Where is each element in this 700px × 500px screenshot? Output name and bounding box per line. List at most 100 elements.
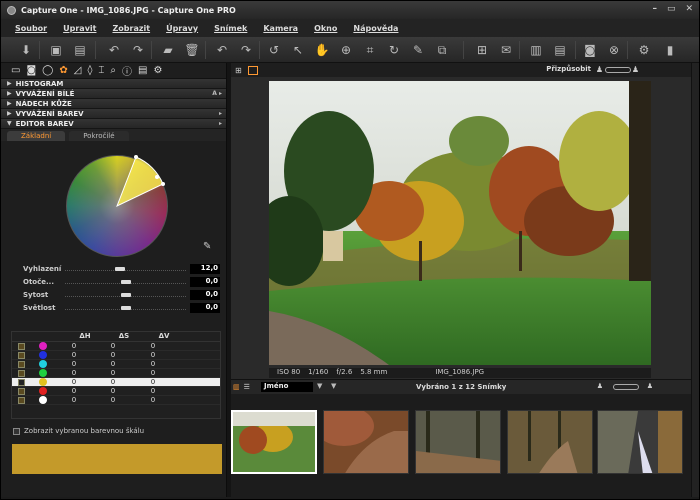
table-row[interactable]: 000: [12, 360, 220, 369]
slider-lightness[interactable]: Světlost 0,0: [1, 302, 226, 315]
tab-basic[interactable]: Základní: [7, 131, 66, 141]
filmstrip-view-icon[interactable]: ▥: [233, 383, 240, 391]
undo-icon[interactable]: ↶: [213, 41, 231, 59]
thumbnail-2[interactable]: [323, 410, 409, 474]
sort-direction-icon[interactable]: ▼: [317, 382, 322, 390]
slider-knob[interactable]: [121, 293, 131, 297]
sort-select[interactable]: Jméno: [261, 382, 313, 392]
slider-saturation[interactable]: Sytost 0,0: [1, 289, 226, 302]
edit-icon[interactable]: ▥: [527, 41, 545, 59]
delta-h-value[interactable]: 0: [55, 369, 93, 377]
delta-s-value[interactable]: 0: [93, 396, 133, 404]
slider-knob[interactable]: [121, 280, 131, 284]
delta-s-value[interactable]: 0: [93, 378, 133, 386]
capture-tab-icon[interactable]: ◙: [26, 65, 36, 76]
export-icon[interactable]: ▤: [71, 41, 89, 59]
menu-napoveda[interactable]: Nápověda: [353, 24, 398, 33]
maximize-icon[interactable]: ▭: [667, 4, 676, 14]
delta-h-value[interactable]: 0: [55, 387, 93, 395]
table-row[interactable]: 000: [12, 351, 220, 360]
zoom-tool-icon[interactable]: ⊕: [337, 41, 355, 59]
delta-s-value[interactable]: 0: [93, 369, 133, 377]
row-checkbox[interactable]: [18, 378, 25, 386]
main-photo[interactable]: [269, 81, 651, 365]
table-row[interactable]: 000: [12, 342, 220, 351]
zoom-slider[interactable]: [605, 67, 631, 73]
thumbnail-5[interactable]: [597, 410, 683, 474]
exposure-tab-icon[interactable]: ◿: [74, 65, 82, 76]
delta-s-value[interactable]: 0: [93, 351, 133, 359]
minimize-icon[interactable]: –: [652, 4, 657, 14]
delta-v-value[interactable]: 0: [133, 378, 173, 386]
batch-tab-icon[interactable]: ⚙: [153, 65, 162, 76]
color-tab-icon[interactable]: ✿: [59, 65, 67, 76]
new-variant-icon[interactable]: ⊞: [473, 41, 491, 59]
delta-v-value[interactable]: 0: [133, 351, 173, 359]
crop-tool-icon[interactable]: ⌗: [361, 41, 379, 59]
delta-h-value[interactable]: 0: [55, 360, 93, 368]
single-view-icon[interactable]: [247, 65, 258, 75]
import-icon[interactable]: ⬇: [17, 41, 35, 59]
adjust-tab-icon[interactable]: ⌶: [98, 65, 104, 76]
library-tab-icon[interactable]: ▭: [11, 65, 20, 76]
menu-upravy[interactable]: Úpravy: [166, 24, 198, 33]
delta-v-value[interactable]: 0: [133, 369, 173, 377]
section-white-balance[interactable]: ▶ VYVÁŽENÍ BÍLÉ A ▸: [1, 89, 226, 99]
rotate-right-icon[interactable]: ↷: [129, 41, 147, 59]
tab-advanced[interactable]: Pokročilé: [69, 131, 129, 141]
trash-icon[interactable]: 🗑: [183, 41, 201, 59]
metadata-tab-icon[interactable]: ⓘ: [122, 63, 132, 78]
lens-tab-icon[interactable]: ◯: [42, 65, 53, 76]
table-row[interactable]: 000: [12, 378, 220, 387]
close-icon[interactable]: ✕: [685, 4, 693, 14]
thumbnail-4[interactable]: [507, 410, 593, 474]
delta-v-value[interactable]: 0: [133, 360, 173, 368]
section-skin-tone[interactable]: ▶ NÁDECH KŮŽE: [1, 99, 226, 109]
row-checkbox[interactable]: [18, 387, 25, 395]
thumbnail-3[interactable]: [415, 410, 501, 474]
menu-snimek[interactable]: Snímek: [214, 24, 247, 33]
output-tab-icon[interactable]: ▤: [138, 65, 147, 76]
delta-h-value[interactable]: 0: [55, 378, 93, 386]
list-view-icon[interactable]: ☰: [244, 383, 250, 391]
menu-kamera[interactable]: Kamera: [263, 24, 298, 33]
thumb-size-slider[interactable]: [613, 384, 639, 390]
clone-variant-icon[interactable]: ✉: [497, 41, 515, 59]
delta-v-value[interactable]: 0: [133, 387, 173, 395]
section-histogram[interactable]: ▶ HISTOGRAM: [1, 79, 226, 89]
focus-tab-icon[interactable]: ◊: [87, 65, 92, 76]
redo-icon[interactable]: ↷: [237, 41, 255, 59]
row-checkbox[interactable]: [18, 351, 25, 359]
row-checkbox[interactable]: [18, 369, 25, 377]
folder-icon[interactable]: ▰: [159, 41, 177, 59]
wheel-selection[interactable]: [66, 155, 168, 257]
slider-knob[interactable]: [114, 267, 125, 271]
menu-upravit[interactable]: Upravit: [63, 24, 96, 33]
slider-smoothness[interactable]: Vyhlazení 12,0: [1, 263, 226, 276]
checkbox[interactable]: [13, 427, 20, 435]
right-scrollbar[interactable]: [691, 63, 699, 497]
table-row[interactable]: 000: [12, 369, 220, 378]
delta-h-value[interactable]: 0: [55, 396, 93, 404]
section-color-balance[interactable]: ▶ VYVÁŽENÍ BAREV ▸: [1, 109, 226, 119]
delta-s-value[interactable]: 0: [93, 387, 133, 395]
grid-view-icon[interactable]: ⊞: [235, 66, 242, 75]
local-tab-icon[interactable]: ⌕: [110, 65, 116, 76]
row-checkbox[interactable]: [18, 396, 25, 404]
show-scale-checkbox[interactable]: Zobrazit vybranou barevnou škálu: [13, 427, 144, 435]
reset-icon[interactable]: ↺: [265, 41, 283, 59]
camera-icon[interactable]: ◙: [581, 41, 599, 59]
straighten-tool-icon[interactable]: ↻: [385, 41, 403, 59]
delta-h-value[interactable]: 0: [55, 351, 93, 359]
menu-zobrazit[interactable]: Zobrazit: [112, 24, 150, 33]
menu-soubor[interactable]: Soubor: [15, 24, 47, 33]
select-tool-icon[interactable]: ↖: [289, 41, 307, 59]
zoom-fit-label[interactable]: Přizpůsobit: [546, 65, 591, 73]
menu-okno[interactable]: Okno: [314, 24, 337, 33]
row-checkbox[interactable]: [18, 360, 25, 368]
cancel-icon[interactable]: ⊗: [605, 41, 623, 59]
delta-s-value[interactable]: 0: [93, 360, 133, 368]
color-picker-icon[interactable]: ✎: [203, 241, 211, 252]
hand-tool-icon[interactable]: ✋: [313, 41, 331, 59]
thumbnail-1[interactable]: [231, 410, 317, 474]
